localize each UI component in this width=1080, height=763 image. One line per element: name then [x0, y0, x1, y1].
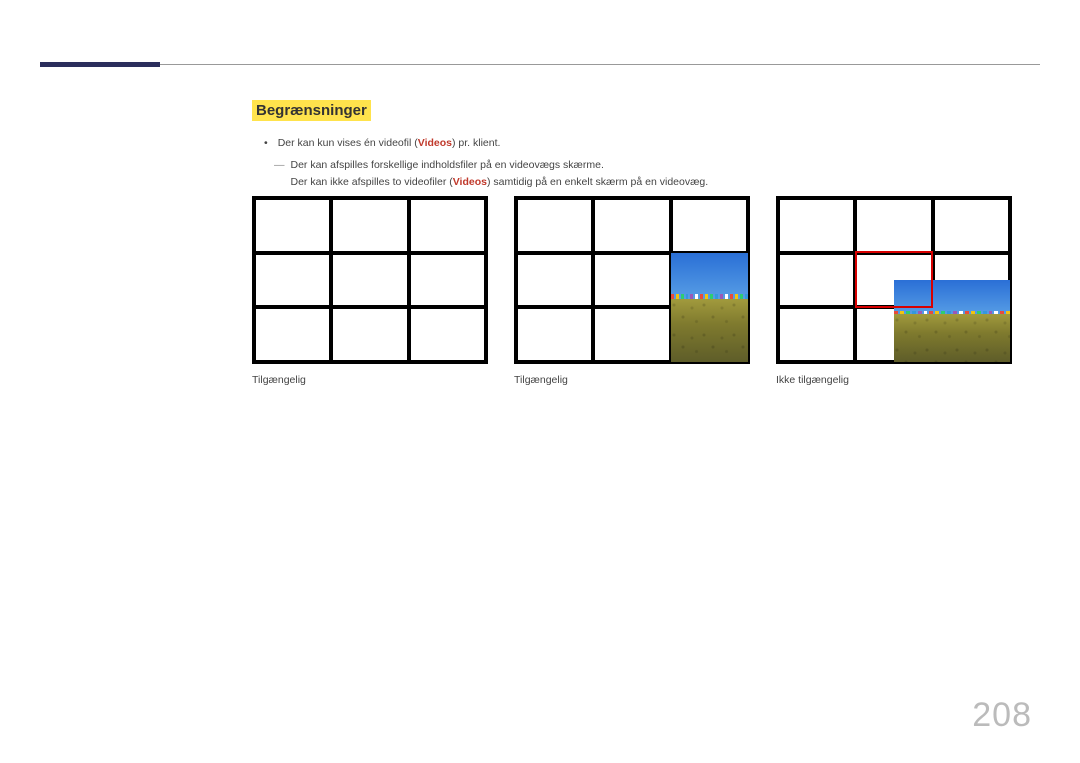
grid-cell — [409, 198, 486, 253]
videowall-grid — [252, 196, 488, 364]
dash-icon: ― — [274, 157, 285, 190]
grid-cell — [516, 253, 593, 308]
grid-cell — [331, 307, 408, 362]
grid-cell — [409, 307, 486, 362]
text: ) pr. klient. — [452, 137, 500, 149]
grid-cell — [593, 198, 670, 253]
sub-text: Der kan afspilles forskellige indholdsfi… — [291, 157, 709, 190]
bullet-text: Der kan kun vises én videofil (Videos) p… — [278, 135, 501, 151]
list-item: • Der kan kun vises én videofil (Videos)… — [264, 135, 1022, 151]
grid-cell — [254, 253, 331, 308]
videowall-grid — [514, 196, 750, 364]
videowall-grid — [776, 196, 1012, 364]
text: Der kan kun vises én videofil ( — [278, 137, 418, 149]
grid-cell — [778, 253, 855, 308]
diagram-caption: Tilgængelig — [514, 374, 750, 386]
grid-cell — [409, 253, 486, 308]
video-thumbnail — [671, 253, 748, 362]
sub-list: ― Der kan afspilles forskellige indholds… — [274, 157, 1022, 190]
grid-cell — [254, 198, 331, 253]
diagram-row: Tilgængelig Tilgængelig — [252, 196, 1012, 386]
grid-cell — [778, 198, 855, 253]
header-accent — [40, 62, 160, 67]
grid-cell — [593, 307, 670, 362]
list-item: ― Der kan afspilles forskellige indholds… — [274, 157, 1022, 190]
bullet-list: • Der kan kun vises én videofil (Videos)… — [264, 135, 1022, 151]
diagram-caption: Tilgængelig — [252, 374, 488, 386]
grid-cell — [593, 253, 670, 308]
grid-cell — [516, 198, 593, 253]
diagram-3: Ikke tilgængelig — [776, 196, 1012, 386]
diagram-caption: Ikke tilgængelig — [776, 374, 1012, 386]
keyword: Videos — [453, 176, 487, 188]
text: Der kan ikke afspilles to videofiler ( — [291, 176, 453, 188]
section-heading: Begrænsninger — [252, 100, 371, 121]
grid-cell — [331, 198, 408, 253]
grid-cell — [516, 307, 593, 362]
main-content: Begrænsninger • Der kan kun vises én vid… — [252, 100, 1022, 190]
grid-cell — [331, 253, 408, 308]
page-number: 208 — [972, 696, 1032, 735]
grid-cell — [933, 198, 1010, 253]
video-thumbnail — [894, 280, 1010, 362]
grid-cell — [671, 198, 748, 253]
grid-cell — [254, 307, 331, 362]
text: Der kan afspilles forskellige indholdsfi… — [291, 159, 604, 171]
diagram-1: Tilgængelig — [252, 196, 488, 386]
header-rule — [40, 64, 1040, 65]
bullet-icon: • — [264, 135, 268, 151]
text: ) samtidig på en enkelt skærm på en vide… — [487, 176, 708, 188]
grid-cell — [855, 198, 932, 253]
diagram-2: Tilgængelig — [514, 196, 750, 386]
keyword: Videos — [418, 137, 452, 149]
grid-cell — [778, 307, 855, 362]
